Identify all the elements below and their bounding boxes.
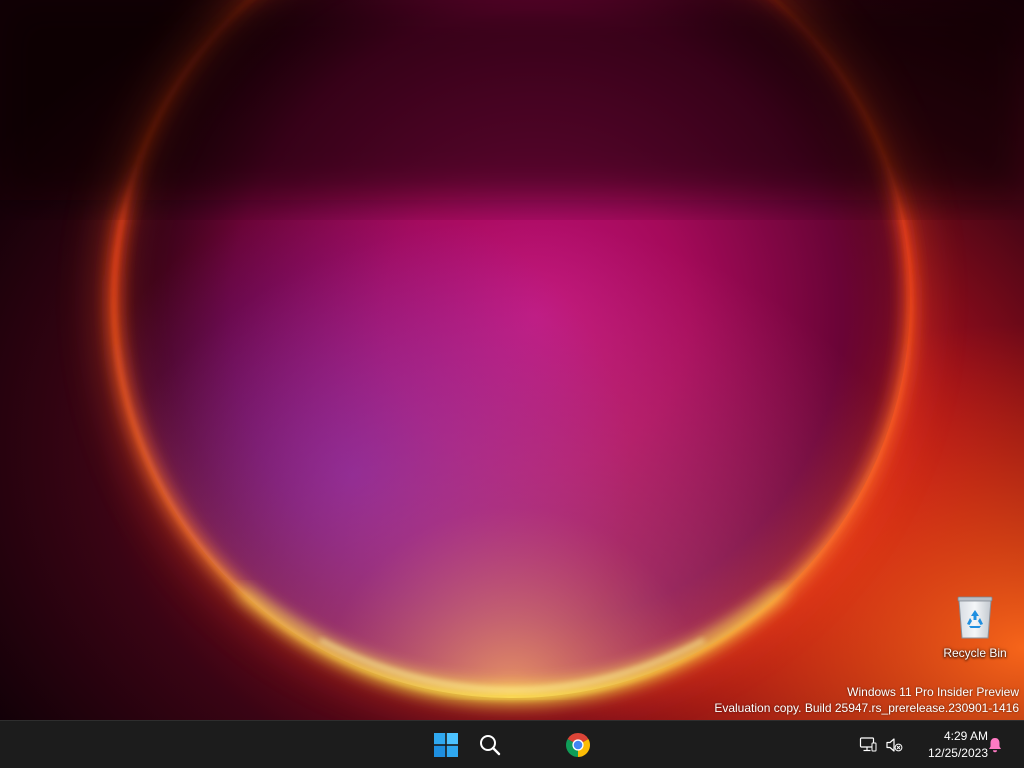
chrome-taskbar-button[interactable]: [558, 725, 598, 765]
notifications-button[interactable]: [985, 735, 1005, 755]
search-button[interactable]: [470, 725, 510, 765]
windows-logo-icon: [434, 733, 458, 757]
windows-evaluation-watermark: Windows 11 Pro Insider Preview Evaluatio…: [714, 684, 1019, 716]
network-icon: [859, 737, 877, 752]
search-icon: [480, 735, 501, 756]
taskbar: 4:29 AM 12/25/2023: [0, 720, 1024, 768]
notification-bell-icon: [989, 738, 1001, 753]
desktop-icon-recycle-bin[interactable]: Recycle Bin: [936, 594, 1014, 666]
desktop[interactable]: Recycle Bin Windows 11 Pro Insider Previ…: [0, 0, 1024, 720]
taskbar-clock[interactable]: 4:29 AM 12/25/2023: [912, 728, 988, 762]
clock-date: 12/25/2023: [927, 746, 988, 760]
wallpaper: [0, 0, 1024, 720]
clock-time: 4:29 AM: [943, 729, 988, 743]
watermark-build: Evaluation copy. Build 25947.rs_prerelea…: [714, 701, 1019, 715]
network-status-button[interactable]: [858, 735, 878, 755]
volume-muted-icon: [886, 738, 903, 752]
start-button[interactable]: [426, 725, 466, 765]
recycle-bin-icon: [957, 596, 993, 639]
volume-button[interactable]: [884, 735, 904, 755]
chrome-icon: [566, 733, 590, 757]
watermark-edition: Windows 11 Pro Insider Preview: [847, 685, 1019, 699]
desktop-icon-label: Recycle Bin: [943, 646, 1007, 660]
